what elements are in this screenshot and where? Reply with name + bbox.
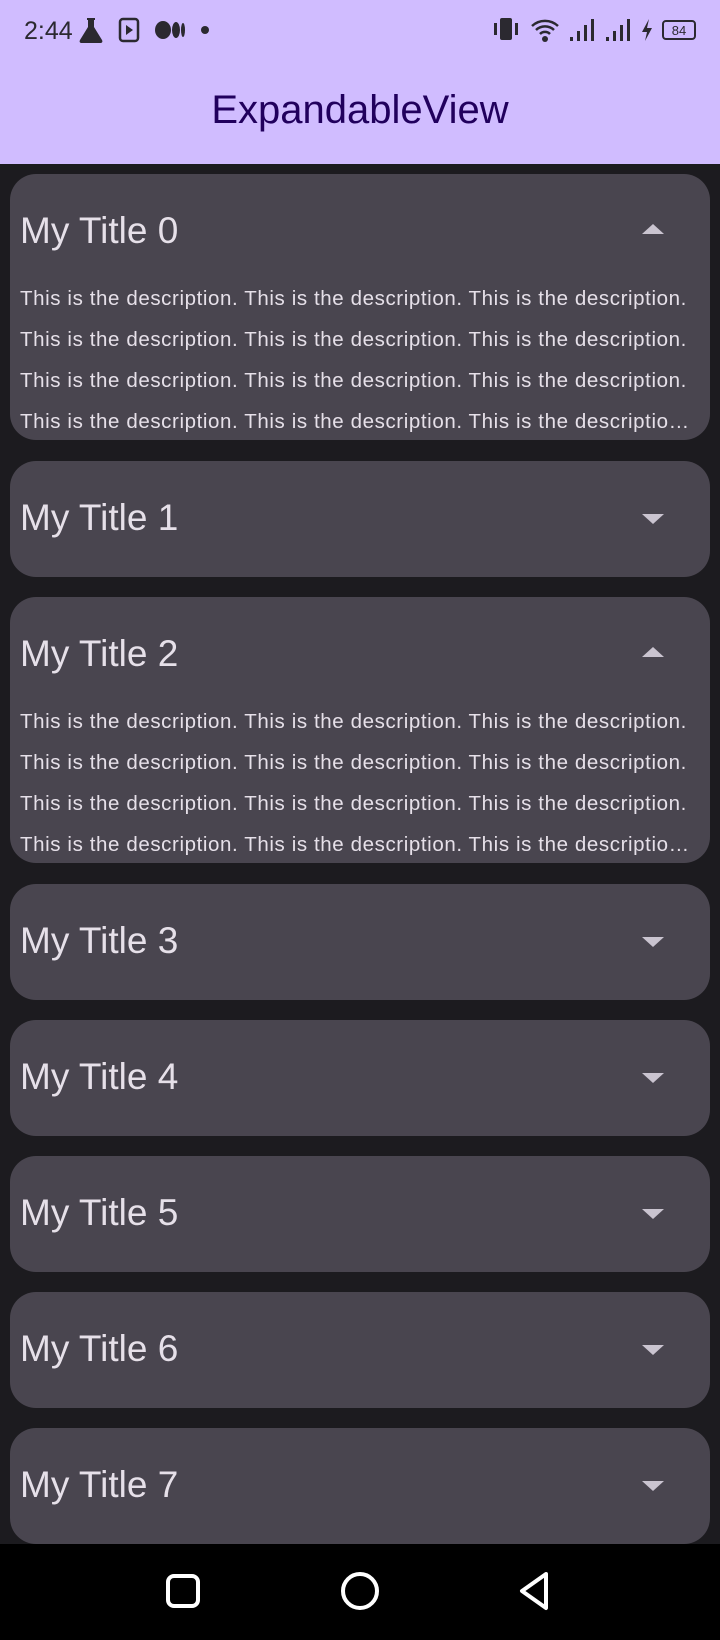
expand-icon[interactable] (640, 1071, 666, 1085)
card-title: My Title 6 (20, 1328, 179, 1369)
back-icon[interactable] (510, 1566, 560, 1616)
card-title: My Title 1 (20, 497, 179, 538)
expand-icon[interactable] (640, 512, 666, 526)
card-title: My Title 5 (20, 1192, 179, 1233)
card-title: My Title 4 (20, 1056, 179, 1097)
collapse-icon[interactable] (640, 222, 666, 236)
card-title: My Title 2 (20, 633, 179, 674)
collapse-icon[interactable] (640, 645, 666, 659)
vibrate-icon (494, 18, 518, 40)
expandable-card[interactable]: My Title 0 This is the description. This… (10, 174, 710, 440)
status-time: 2:44 (24, 17, 73, 45)
battery-level: 84 (671, 22, 687, 38)
card-description: This is the description. This is the des… (20, 710, 687, 856)
flask-icon (79, 18, 103, 43)
expand-icon[interactable] (640, 1479, 666, 1493)
system-nav-bar (0, 1544, 720, 1640)
expandable-card[interactable]: My Title 7 (10, 1428, 710, 1544)
status-bar: 2:44 84 (0, 0, 720, 64)
home-icon[interactable] (335, 1566, 385, 1616)
card-title: My Title 3 (20, 920, 179, 961)
expand-icon[interactable] (640, 935, 666, 949)
dot-icon (201, 26, 209, 34)
signal-icon (570, 19, 594, 41)
app-title: ExpandableView (211, 88, 509, 132)
top-app-bar: 2:44 84 ExpandableView (0, 0, 720, 164)
charging-icon (642, 19, 652, 41)
wifi-icon (531, 19, 559, 42)
expandable-card[interactable]: My Title 5 (10, 1156, 710, 1272)
signal-icon (606, 19, 630, 41)
battery-icon: 84 (662, 20, 696, 40)
card-title: My Title 0 (20, 210, 179, 251)
card-title: My Title 7 (20, 1464, 179, 1505)
recents-icon[interactable] (158, 1566, 208, 1616)
expandable-card[interactable]: My Title 4 (10, 1020, 710, 1136)
expandable-card[interactable]: My Title 1 (10, 461, 710, 577)
expand-icon[interactable] (640, 1207, 666, 1221)
medium-icon (155, 21, 185, 39)
card-description: This is the description. This is the des… (20, 287, 687, 433)
expandable-card[interactable]: My Title 3 (10, 884, 710, 1000)
expand-icon[interactable] (640, 1343, 666, 1357)
expandable-card[interactable]: My Title 2 This is the description. This… (10, 597, 710, 863)
media-icon (118, 17, 140, 43)
expandable-card[interactable]: My Title 6 (10, 1292, 710, 1408)
